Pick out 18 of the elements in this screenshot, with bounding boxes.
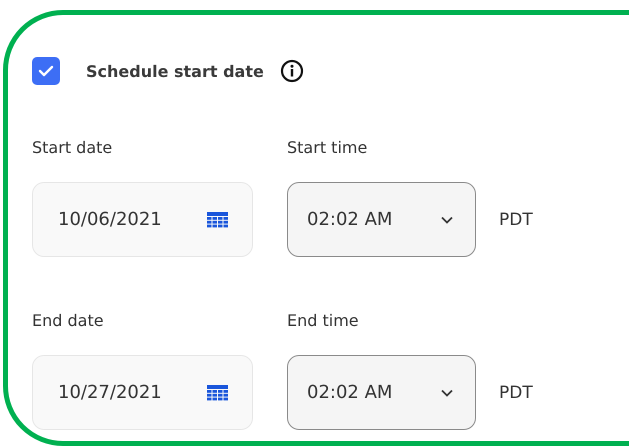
- time-dropdown[interactable]: 02:02 AM: [287, 182, 476, 257]
- date-field[interactable]: 10/27/2021: [32, 355, 253, 430]
- checkbox[interactable]: [32, 57, 60, 85]
- time-label: Start time: [287, 137, 368, 159]
- time-dropdown[interactable]: 02:02 AM: [287, 355, 476, 430]
- info-icon[interactable]: [280, 59, 304, 83]
- calendar-icon[interactable]: [207, 384, 228, 400]
- date-label: End date: [32, 310, 105, 332]
- checkbox-label: Schedule start date: [86, 62, 264, 80]
- date-field[interactable]: 10/06/2021: [32, 182, 253, 257]
- calendar-icon[interactable]: [207, 212, 228, 228]
- checkmark-icon: [38, 65, 54, 77]
- time-label: End time: [287, 310, 360, 332]
- timezone-label: PDT: [499, 382, 533, 402]
- timezone-label: PDT: [499, 210, 533, 230]
- chevron-down-icon: [441, 388, 453, 396]
- chevron-down-icon: [441, 216, 453, 224]
- date-label: Start date: [32, 137, 114, 159]
